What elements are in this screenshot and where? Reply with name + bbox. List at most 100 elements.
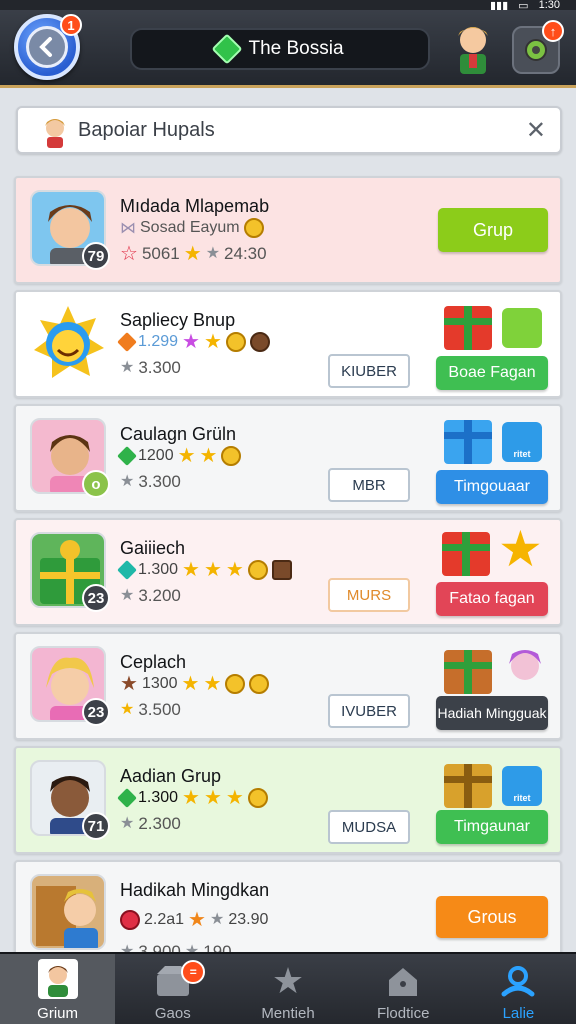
avatar	[30, 874, 106, 950]
bow-icon: ⋈	[120, 220, 136, 237]
star-icon: ★	[205, 245, 221, 262]
gift-icon	[444, 650, 492, 694]
star-icon: ★	[188, 909, 206, 931]
action-button[interactable]: Hadiah Mingguak	[436, 696, 548, 730]
level-badge: 23	[82, 584, 110, 612]
member-button[interactable]: MURS	[328, 578, 410, 612]
item-score: 2.2a1	[144, 911, 185, 928]
bottom-nav: Grium = Gaos ★ Mentieh Flodtice Lalie	[0, 952, 576, 1024]
star-icon: ★	[120, 815, 135, 832]
action-button[interactable]: Boae Fagan	[436, 356, 548, 390]
member-button[interactable]: MBR	[328, 468, 410, 502]
list-item[interactable]: o Caulagn Grüln 1200 ★ ★ ★ 3.300 MBR rit…	[14, 404, 562, 512]
item-name: Mıdada Mlapemab	[120, 196, 270, 216]
groups-button[interactable]: Grous	[436, 896, 548, 938]
level-badge: 79	[82, 242, 110, 270]
avatar	[30, 304, 106, 380]
title-pill[interactable]: The Bossia	[130, 28, 430, 70]
nav-badge: =	[181, 960, 206, 984]
search-input[interactable]: Bapoiar Hupals ✕	[16, 106, 562, 154]
item-name: Hadikah Mingdkan	[120, 880, 270, 900]
profile-avatar[interactable]	[452, 22, 494, 76]
star-icon: ☆	[120, 243, 138, 265]
item-score: 1300	[141, 675, 178, 692]
action-button[interactable]: Timgouaar	[436, 470, 548, 504]
level-badge: 23	[82, 698, 110, 726]
smile-icon	[249, 332, 270, 352]
star-icon: ★	[199, 445, 218, 467]
gift-icon	[444, 420, 492, 464]
star-icon: ★	[225, 559, 244, 581]
smile-icon	[225, 674, 246, 694]
item-sub: 3.500	[138, 700, 181, 719]
star-icon: ★	[225, 787, 244, 809]
gem-icon	[117, 788, 137, 808]
group-button[interactable]: Grup	[438, 208, 548, 252]
item-time: 24:30	[224, 244, 267, 263]
level-badge: 71	[82, 812, 110, 840]
top-header: 1 The Bossia ↑	[0, 10, 576, 88]
gem-icon	[211, 33, 244, 65]
item-name: Sapliecy Bnup	[120, 310, 236, 330]
star-icon: ★	[120, 359, 135, 376]
search-value: Bapoiar Hupals	[78, 118, 215, 141]
back-badge: 1	[60, 14, 82, 36]
star-icon: ★	[182, 787, 200, 809]
star-icon: ★	[120, 673, 138, 695]
smile-icon	[247, 788, 268, 808]
page-title: The Bossia	[248, 38, 344, 59]
nav-item-lalie[interactable]: Lalie	[461, 954, 576, 1024]
star-icon: ★	[203, 673, 222, 695]
gem-icon	[117, 446, 137, 466]
member-button[interactable]: IVUBER	[328, 694, 410, 728]
gift-icon	[442, 532, 490, 576]
settings-button[interactable]: ↑	[512, 20, 564, 74]
item-sub: 3.300	[138, 472, 181, 491]
nav-label: Flodtice	[376, 1005, 430, 1022]
item-time: 23.90	[228, 911, 269, 928]
gem-icon	[117, 560, 137, 580]
item-score: 1.299	[138, 333, 179, 350]
back-button[interactable]: 1	[14, 14, 82, 80]
item-score: 1.300	[138, 561, 179, 578]
list-item[interactable]: Sapliecy Bnup 1.299 ★ ★ ★ 3.300 KIUBER B…	[14, 290, 562, 398]
item-name: Ceplach	[120, 652, 187, 672]
action-button[interactable]: Timgaunar	[436, 810, 548, 844]
gem-icon	[120, 910, 140, 930]
item-sub: 2.300	[138, 814, 181, 833]
star-icon: ★	[203, 787, 222, 809]
action-button[interactable]: Fataо fagan	[436, 582, 548, 616]
gift-icon	[444, 764, 492, 808]
close-icon[interactable]: ✕	[526, 116, 546, 145]
list-item[interactable]: 23 Ceplach ★ 1300 ★ ★ ★ 3.500 IVUBER Had…	[14, 632, 562, 740]
smile-icon	[221, 446, 242, 466]
star-icon: ★	[120, 473, 135, 490]
star-icon: ★	[183, 243, 202, 265]
nav-item-mentieh[interactable]: ★ Mentieh	[230, 954, 345, 1024]
gem-icon	[117, 332, 137, 352]
settings-badge: ↑	[542, 20, 564, 42]
star-icon: ★	[209, 911, 225, 928]
member-button[interactable]: MUDSA	[328, 810, 410, 844]
item-score: 1.300	[138, 789, 179, 806]
item-name: Aadian Grup	[120, 766, 222, 786]
upgrade-tile-icon: ritet	[502, 422, 542, 462]
upgrade-tile-icon: ritet	[502, 766, 542, 806]
star-icon: ★	[181, 673, 200, 695]
character-icon	[509, 650, 541, 680]
star-nav-icon: ★	[271, 960, 305, 1001]
star-icon: ★	[203, 559, 222, 581]
item-name: Caulagn Grüln	[120, 424, 237, 444]
home-icon	[383, 963, 423, 999]
list-item[interactable]: 79 Mıdada Mlapemab ⋈ Sosad Eayum ☆ 5061 …	[14, 176, 562, 284]
list-item[interactable]: Hadikah Mingdkan 2.2a1 ★ ★ 23.90 ★ 3.900…	[14, 860, 562, 961]
star-icon: ★	[120, 701, 135, 718]
item-subtitle: Sosad Eayum	[140, 219, 240, 236]
list-item[interactable]: 71 Aadian Grup 1.300 ★ ★ ★ ★ 2.300 MUDSA…	[14, 746, 562, 854]
nav-item-flodtice[interactable]: Flodtice	[346, 954, 461, 1024]
list-item[interactable]: 23 Gaiiiech 1.300 ★ ★ ★ ★ 3.200 MURS ★ F…	[14, 518, 562, 626]
nav-item-grium[interactable]: Grium	[0, 954, 116, 1024]
nav-item-gaos[interactable]: = Gaos	[115, 954, 230, 1024]
member-button[interactable]: KIUBER	[328, 354, 410, 388]
online-badge: o	[82, 470, 110, 498]
